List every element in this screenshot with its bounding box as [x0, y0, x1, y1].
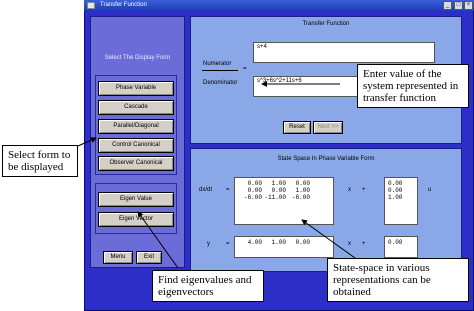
enter-value-callout: Enter value of the system represented in…: [357, 64, 469, 108]
select-form-callout: Select form to be displayed: [2, 145, 78, 177]
select-form-arrow: [77, 137, 97, 147]
state-space-arrow: [301, 219, 356, 259]
find-eigen-arrow: [137, 211, 179, 269]
find-eigen-callout: Find eigenvalues and eigenvectors: [152, 270, 264, 302]
state-space-callout: State-space in various representations c…: [327, 258, 469, 302]
